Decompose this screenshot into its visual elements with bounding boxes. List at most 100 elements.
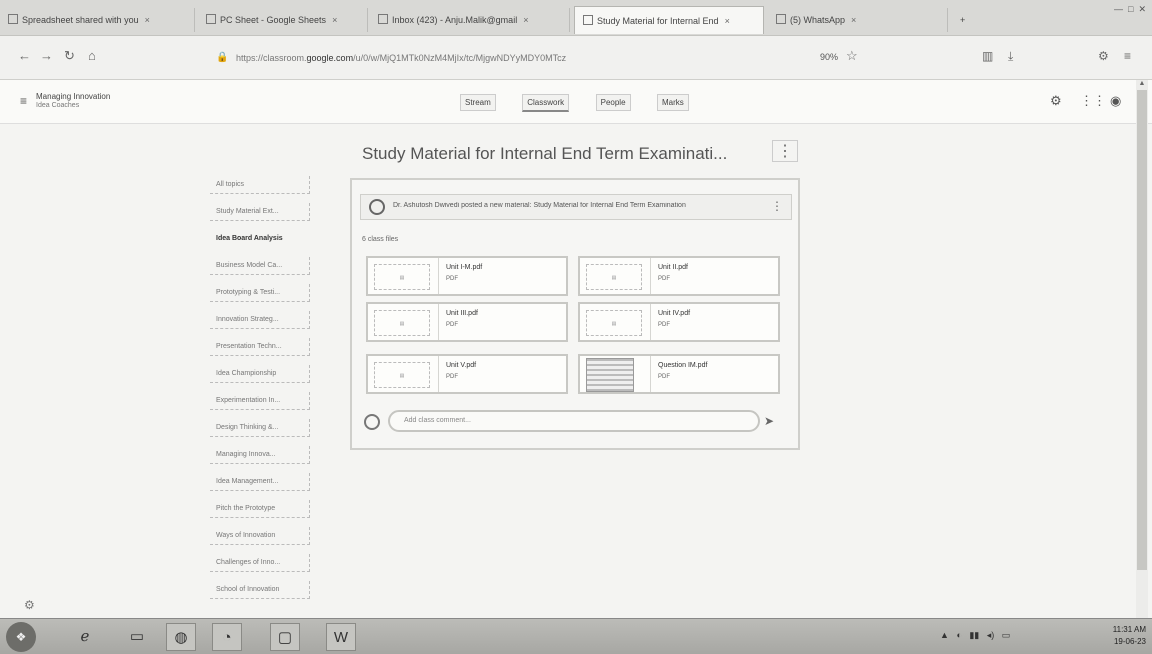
- file-name: Unit III.pdf: [446, 310, 478, 317]
- hamburger-menu-icon[interactable]: ≡: [20, 94, 27, 108]
- topic-item[interactable]: Idea Management...: [210, 473, 310, 491]
- topic-item[interactable]: Design Thinking &...: [210, 419, 310, 437]
- file-name: Unit IV.pdf: [658, 310, 691, 317]
- topic-item-current[interactable]: Idea Board Analysis: [210, 230, 310, 248]
- topic-item[interactable]: Experimentation In...: [210, 392, 310, 410]
- send-icon[interactable]: ➤: [764, 414, 774, 428]
- file-explorer-icon[interactable]: ▭: [122, 623, 152, 651]
- browser-menu-icon[interactable]: ≡: [1124, 49, 1131, 63]
- forward-arrow-icon[interactable]: →: [40, 48, 53, 63]
- file-type: PDF: [446, 374, 458, 380]
- topic-item[interactable]: Presentation Techn...: [210, 338, 310, 356]
- class-section: Idea Coaches: [36, 102, 80, 109]
- file-attachment[interactable]: ▤ Unit II.pdf PDF: [578, 256, 780, 296]
- back-arrow-icon[interactable]: ←: [18, 48, 31, 63]
- page-scrollbar[interactable]: ▲: [1136, 80, 1148, 620]
- topic-item[interactable]: Managing Innova...: [210, 446, 310, 464]
- tab-label: Inbox (423) - Anju.Malik@gmail: [392, 15, 518, 25]
- plus-icon: +: [960, 15, 966, 25]
- mail-icon: [378, 14, 388, 24]
- tab-stream[interactable]: Stream: [460, 94, 496, 111]
- file-attachment[interactable]: ▤ Unit I-M.pdf PDF: [366, 256, 568, 296]
- scroll-thumb[interactable]: [1137, 90, 1147, 570]
- zoom-level[interactable]: 90%: [820, 52, 838, 62]
- sheets-icon: [206, 14, 216, 24]
- browser-tab-5[interactable]: (5) WhatsApp ×: [768, 8, 948, 32]
- topic-item[interactable]: Business Model Ca...: [210, 257, 310, 275]
- close-icon[interactable]: ×: [851, 15, 856, 25]
- tab-people[interactable]: People: [595, 94, 631, 111]
- new-tab-button[interactable]: +: [952, 8, 976, 32]
- settings-gear-icon[interactable]: ⚙: [24, 598, 35, 612]
- file-name: Unit II.pdf: [658, 264, 688, 271]
- close-icon[interactable]: ×: [523, 15, 528, 25]
- chrome-icon[interactable]: ◔: [212, 623, 242, 651]
- comment-input[interactable]: Add class comment...: [388, 410, 760, 432]
- file-type: PDF: [446, 276, 458, 282]
- topic-item[interactable]: Study Material Ext...: [210, 203, 310, 221]
- start-button-icon[interactable]: ❖: [6, 622, 36, 652]
- url-prefix: https://classroom.: [236, 53, 307, 63]
- tab-label: PC Sheet - Google Sheets: [220, 15, 327, 25]
- class-title[interactable]: Managing Innovation Idea Coaches: [36, 92, 110, 110]
- media-player-icon[interactable]: ◍: [166, 623, 196, 651]
- file-attachment[interactable]: ▤ Unit V.pdf PDF: [366, 354, 568, 394]
- bookmark-star-icon[interactable]: ☆: [846, 48, 858, 64]
- scroll-up-icon[interactable]: ▲: [1136, 80, 1148, 87]
- browser-tab-1[interactable]: Spreadsheet shared with you ×: [0, 8, 195, 32]
- file-attachment[interactable]: ▤ Unit III.pdf PDF: [366, 302, 568, 342]
- files-label: 6 class files: [362, 236, 399, 243]
- file-type: PDF: [446, 322, 458, 328]
- topic-item[interactable]: Challenges of Inno...: [210, 554, 310, 572]
- avatar[interactable]: ◉: [1110, 93, 1121, 109]
- topic-item[interactable]: Innovation Strateg...: [210, 311, 310, 329]
- topic-item[interactable]: Prototyping & Testi...: [210, 284, 310, 302]
- browser-toolbar: ← → ↻ ⌂ 🔒 https://classroom.google.com/u…: [0, 36, 1152, 80]
- browser-tab-3[interactable]: Inbox (423) - Anju.Malik@gmail ×: [370, 8, 570, 32]
- internet-explorer-icon[interactable]: ℯ: [70, 623, 100, 651]
- system-tray-icons[interactable]: ▲ ◐ ▮▮ ◂) ▭: [940, 630, 1010, 641]
- address-bar[interactable]: 🔒 https://classroom.google.com/u/0/w/MjQ…: [210, 47, 840, 69]
- topic-item[interactable]: Idea Championship: [210, 365, 310, 383]
- close-icon[interactable]: ×: [145, 15, 150, 25]
- more-options-icon[interactable]: ⋮: [772, 140, 798, 162]
- mail-icon: [8, 14, 18, 24]
- material-card: Dr. Ashutosh Dwivedi posted a new materi…: [350, 178, 800, 450]
- topic-item[interactable]: Ways of Innovation: [210, 527, 310, 545]
- library-icon[interactable]: ▥: [982, 49, 993, 63]
- avatar: [364, 414, 380, 430]
- tab-marks[interactable]: Marks: [656, 94, 689, 111]
- topic-item[interactable]: School of Innovation: [210, 581, 310, 599]
- file-attachment[interactable]: ▤ Unit IV.pdf PDF: [578, 302, 780, 342]
- topic-item[interactable]: All topics: [210, 176, 310, 194]
- download-icon[interactable]: ⤓: [1008, 49, 1013, 64]
- tab-classwork[interactable]: Classwork: [522, 94, 570, 112]
- url-domain: google.com: [306, 53, 354, 63]
- taskbar-clock[interactable]: 11:31 AM 19-06-23: [1100, 624, 1146, 648]
- document-thumbnail: [586, 358, 634, 392]
- file-attachment[interactable]: Question IM.pdf PDF: [578, 354, 780, 394]
- topic-item[interactable]: Pitch the Prototype: [210, 500, 310, 518]
- close-icon[interactable]: ×: [725, 16, 730, 26]
- settings-gear-icon[interactable]: ⚙: [1050, 93, 1062, 109]
- file-thumbnail: ▤: [374, 310, 430, 336]
- classroom-icon: [583, 15, 593, 25]
- browser-tab-2[interactable]: PC Sheet - Google Sheets ×: [198, 8, 368, 32]
- close-icon[interactable]: ×: [332, 15, 337, 25]
- extension-icon[interactable]: ⚙: [1098, 49, 1109, 63]
- folder-icon[interactable]: ▢: [270, 623, 300, 651]
- browser-tab-active[interactable]: Study Material for Internal End ×: [574, 6, 764, 34]
- file-name: Unit I-M.pdf: [446, 264, 483, 271]
- word-icon[interactable]: W: [326, 623, 356, 651]
- file-type: PDF: [658, 374, 670, 380]
- tab-label: Study Material for Internal End: [597, 16, 719, 26]
- post-announcement: Dr. Ashutosh Dwivedi posted a new materi…: [393, 202, 686, 209]
- more-options-icon[interactable]: ⋮: [771, 199, 783, 213]
- file-thumbnail: ▤: [586, 264, 642, 290]
- classroom-header: ≡ Managing Innovation Idea Coaches Strea…: [0, 80, 1152, 124]
- file-name: Unit V.pdf: [446, 362, 477, 369]
- apps-grid-icon[interactable]: ⋮⋮: [1080, 93, 1106, 109]
- reload-icon[interactable]: ↻: [64, 48, 75, 64]
- home-icon[interactable]: ⌂: [88, 48, 96, 63]
- window-controls[interactable]: — □ ✕: [1114, 4, 1146, 15]
